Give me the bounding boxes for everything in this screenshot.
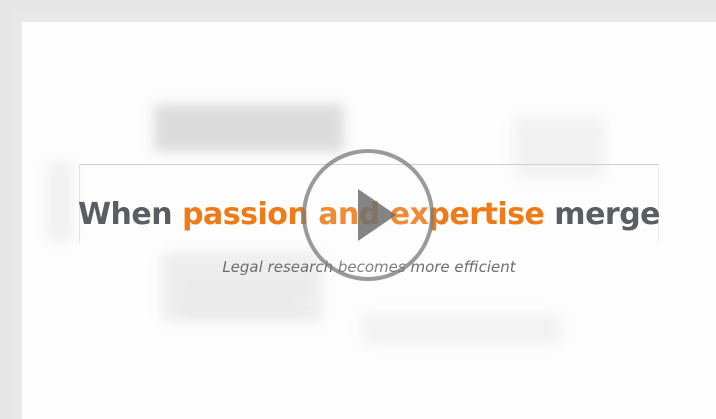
blurred-line [182, 312, 302, 315]
blurred-panel [362, 314, 562, 344]
video-player[interactable]: When passion and expertise merge Legal r… [22, 22, 716, 419]
play-icon [358, 189, 396, 241]
headline-text-start: When [77, 197, 183, 232]
headline-text-end: merge [544, 197, 661, 232]
blurred-line [182, 284, 312, 287]
blurred-panel [154, 104, 344, 152]
blurred-line [182, 298, 292, 301]
play-button[interactable] [302, 149, 434, 281]
